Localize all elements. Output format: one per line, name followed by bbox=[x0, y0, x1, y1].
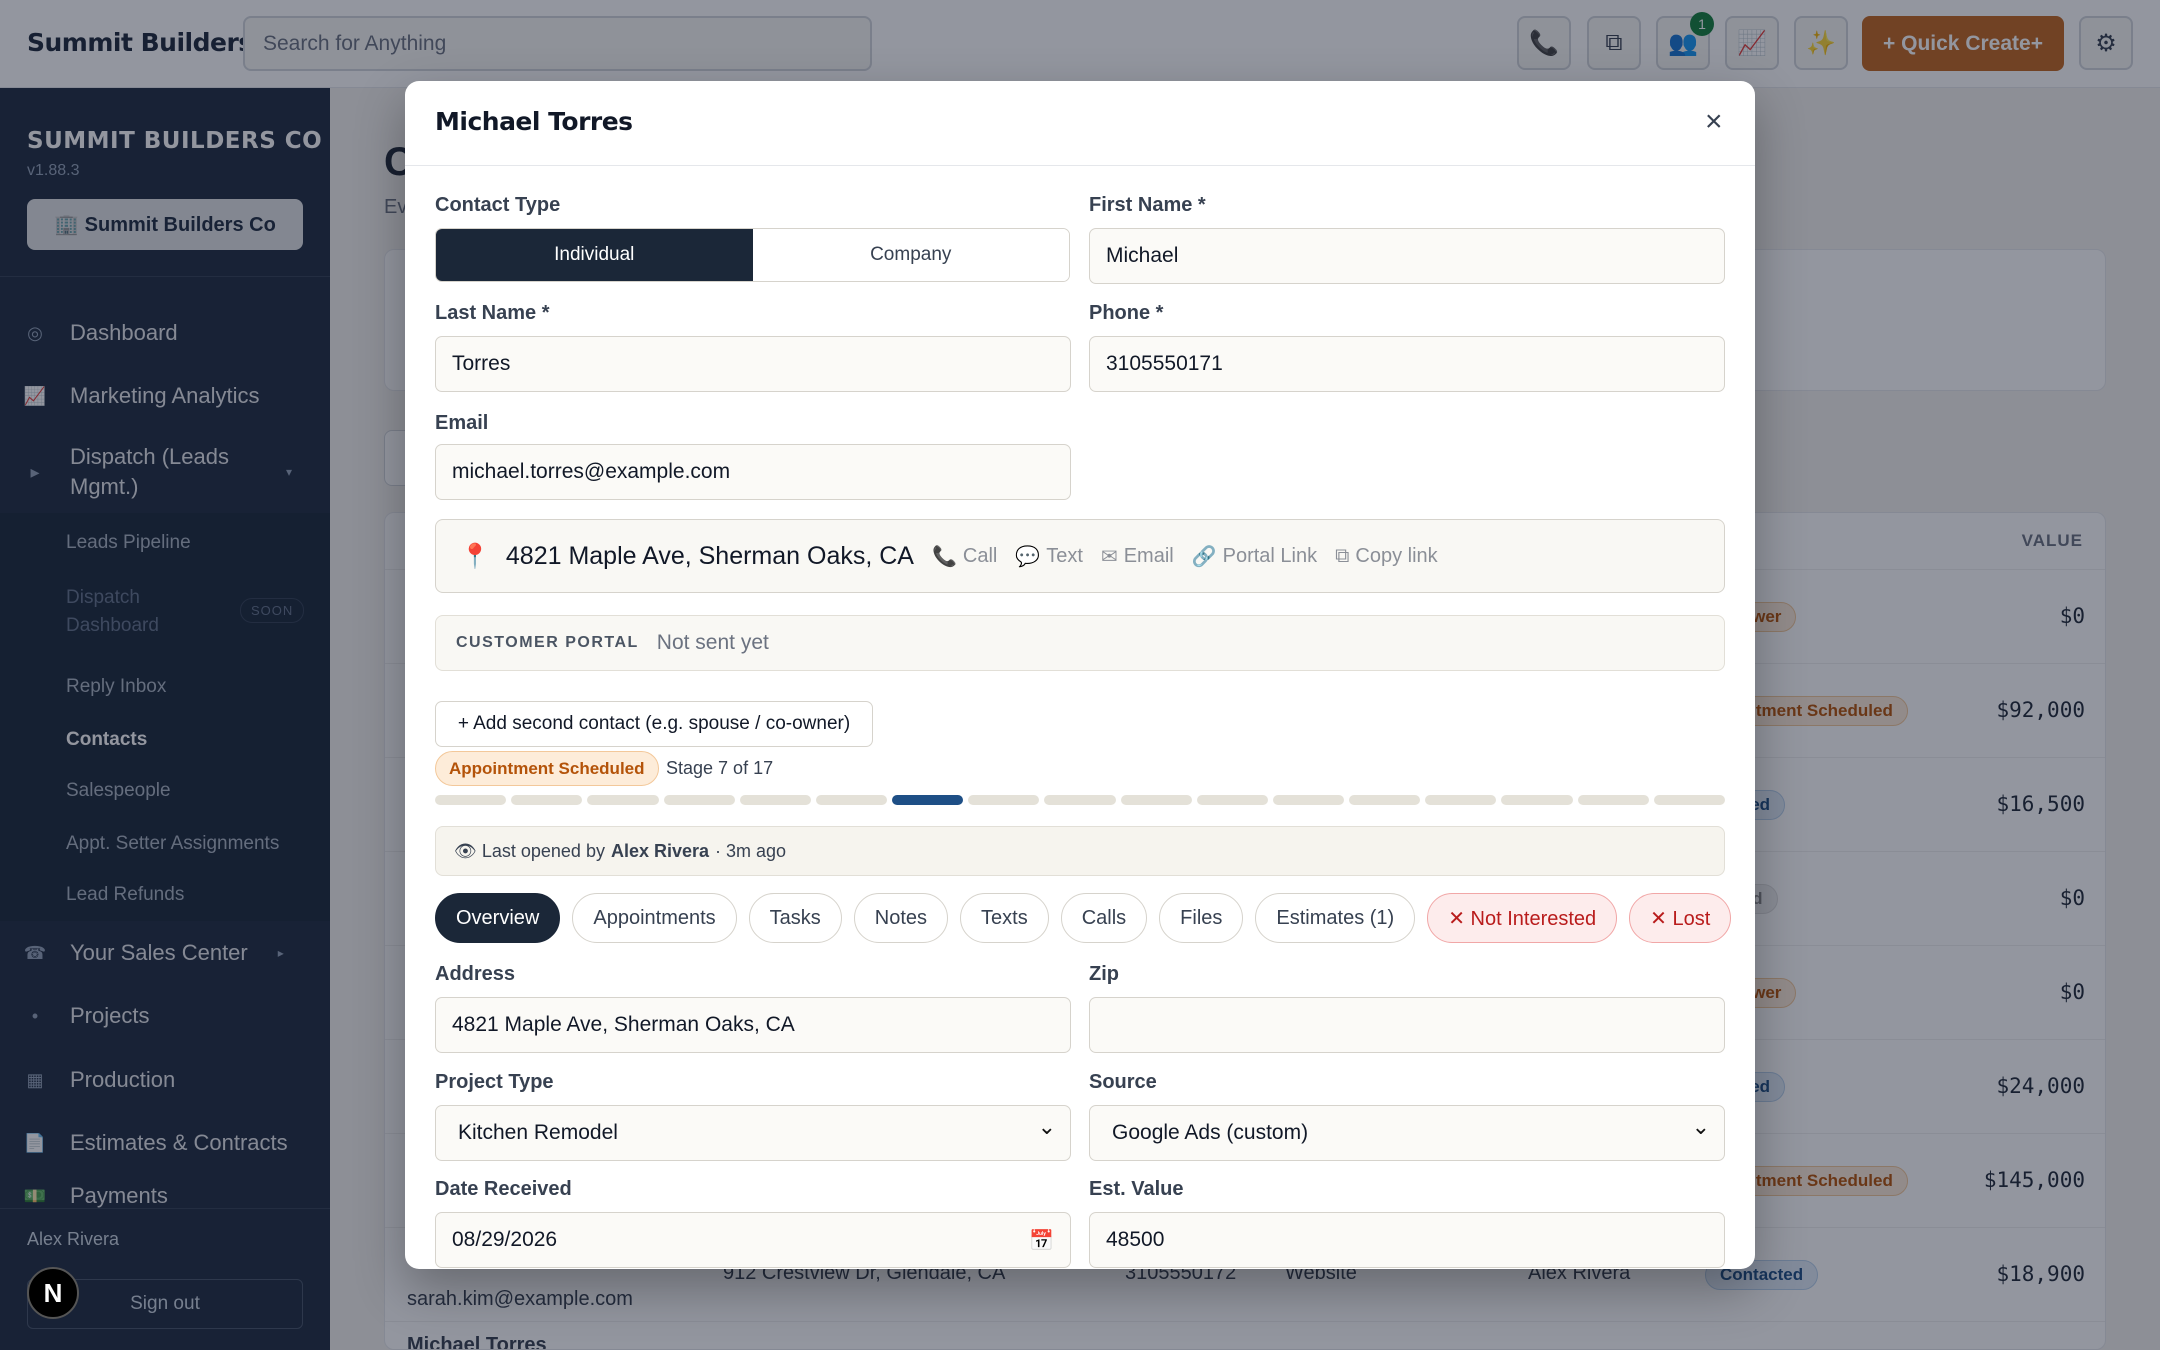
last-name-label: Last Name * bbox=[435, 302, 550, 324]
action-label: Portal Link bbox=[1222, 544, 1318, 567]
not-interested-button[interactable]: ✕ Not Interested bbox=[1427, 893, 1618, 943]
action-label: Email bbox=[1123, 544, 1174, 567]
address-label: Address bbox=[435, 963, 516, 985]
mail-icon: ✉ bbox=[1100, 545, 1118, 568]
date-received-label: Date Received bbox=[435, 1178, 572, 1200]
address-card: 📍 4821 Maple Ave, Sherman Oaks, CA 📞 Call… bbox=[435, 519, 1725, 593]
stage-segment bbox=[815, 795, 888, 805]
individual-option[interactable]: Individual bbox=[436, 229, 753, 281]
tab-tasks[interactable]: Tasks bbox=[748, 893, 842, 943]
text-action[interactable]: 💬 Text bbox=[1015, 544, 1083, 569]
calendar-icon[interactable]: 📅 bbox=[1029, 1228, 1054, 1253]
link-icon: 🔗 bbox=[1191, 545, 1217, 568]
zip-field[interactable] bbox=[1089, 997, 1725, 1053]
stage-segment bbox=[739, 795, 811, 805]
stage-segment bbox=[435, 795, 507, 805]
action-label: Copy link bbox=[1355, 544, 1438, 567]
email-label: Email bbox=[435, 412, 489, 434]
stage-segment bbox=[1425, 795, 1497, 805]
tab-calls[interactable]: Calls bbox=[1060, 893, 1148, 943]
stage-segment bbox=[1349, 795, 1421, 805]
stage-segment bbox=[1577, 795, 1649, 805]
project-type-label: Project Type bbox=[435, 1071, 554, 1093]
stage-counter: Stage 7 of 17 bbox=[666, 758, 774, 778]
address-field[interactable]: 4821 Maple Ave, Sherman Oaks, CA bbox=[435, 997, 1071, 1053]
project-type-value: Kitchen Remodel bbox=[458, 1121, 618, 1144]
chat-icon: 💬 bbox=[1015, 545, 1041, 568]
action-label: Text bbox=[1046, 544, 1083, 567]
source-label: Source bbox=[1089, 1071, 1157, 1093]
stage-segment bbox=[1501, 795, 1573, 805]
company-option[interactable]: Company bbox=[752, 229, 1069, 281]
phone-icon: 📞 bbox=[931, 545, 957, 568]
contact-modal: Michael Torres × Contact Type Individual… bbox=[405, 81, 1755, 1269]
last-opened-time: · 3m ago bbox=[715, 840, 787, 861]
tab-notes[interactable]: Notes bbox=[853, 893, 949, 943]
phone-label: Phone * bbox=[1089, 302, 1164, 324]
date-received-field[interactable]: 08/29/2026 📅 bbox=[435, 1212, 1071, 1268]
last-opened-banner: 👁 Last opened by Alex Rivera · 3m ago bbox=[435, 826, 1725, 876]
source-value: Google Ads (custom) bbox=[1112, 1121, 1309, 1144]
copy-icon: ⧉ bbox=[1335, 544, 1350, 567]
zip-label: Zip bbox=[1089, 963, 1119, 985]
phone-field[interactable]: 3105550171 bbox=[1089, 336, 1725, 392]
project-type-select[interactable]: Kitchen Remodel bbox=[435, 1105, 1071, 1161]
call-action[interactable]: 📞 Call bbox=[932, 544, 997, 569]
map-pin-icon: 📍 bbox=[460, 542, 490, 570]
tab-overview[interactable]: Overview bbox=[435, 893, 561, 943]
first-name-field[interactable]: Michael bbox=[1089, 228, 1725, 284]
stage-segment bbox=[663, 795, 735, 805]
customer-portal-status: CUSTOMER PORTAL Not sent yet bbox=[435, 615, 1725, 671]
address-line: 4821 Maple Ave, Sherman Oaks, CA bbox=[505, 541, 914, 570]
email-action[interactable]: ✉ Email bbox=[1101, 544, 1174, 569]
stage-segment bbox=[892, 795, 964, 805]
copy-link-action[interactable]: ⧉ Copy link bbox=[1335, 545, 1438, 568]
email-field[interactable]: michael.torres@example.com bbox=[435, 444, 1071, 500]
est-value-field[interactable]: 48500 bbox=[1089, 1212, 1725, 1268]
stage-segment bbox=[511, 795, 583, 805]
portal-label: CUSTOMER PORTAL bbox=[456, 634, 639, 651]
stage-segment bbox=[968, 795, 1040, 805]
first-name-label: First Name * bbox=[1089, 194, 1206, 216]
contact-type-toggle: Individual Company bbox=[435, 228, 1070, 282]
tab-appointments[interactable]: Appointments bbox=[572, 893, 737, 943]
stage-progress-bar bbox=[435, 795, 1725, 805]
tab-estimates[interactable]: Estimates (1) bbox=[1255, 893, 1416, 943]
close-icon[interactable]: × bbox=[1705, 105, 1723, 139]
tab-files[interactable]: Files bbox=[1159, 893, 1244, 943]
tab-bar: Overview Appointments Tasks Notes Texts … bbox=[435, 893, 1732, 943]
stage-badge: Appointment Scheduled bbox=[435, 751, 659, 786]
est-value-label: Est. Value bbox=[1089, 1178, 1184, 1200]
source-select[interactable]: Google Ads (custom) bbox=[1089, 1105, 1725, 1161]
modal-header: Michael Torres × bbox=[405, 81, 1755, 166]
stage-segment bbox=[1044, 795, 1116, 805]
portal-value: Not sent yet bbox=[656, 631, 769, 654]
stage-segment bbox=[1196, 795, 1268, 805]
stage-segment bbox=[1120, 795, 1192, 805]
date-value: 08/29/2026 bbox=[452, 1228, 558, 1251]
last-opened-user: Alex Rivera bbox=[610, 840, 710, 861]
last-opened-prefix: 👁 Last opened by bbox=[454, 840, 605, 861]
modal-title: Michael Torres bbox=[435, 107, 633, 136]
stage-segment bbox=[587, 795, 659, 805]
tab-texts[interactable]: Texts bbox=[960, 893, 1049, 943]
avatar[interactable]: N bbox=[27, 1267, 79, 1319]
stage-segment bbox=[1653, 795, 1725, 805]
lost-button[interactable]: ✕ Lost bbox=[1629, 893, 1732, 943]
last-name-field[interactable]: Torres bbox=[435, 336, 1071, 392]
contact-type-label: Contact Type bbox=[435, 194, 561, 216]
stage-segment bbox=[1272, 795, 1345, 805]
portal-link-action[interactable]: 🔗 Portal Link bbox=[1192, 544, 1317, 569]
action-label: Call bbox=[962, 544, 998, 567]
add-second-contact-button[interactable]: + Add second contact (e.g. spouse / co-o… bbox=[435, 701, 873, 747]
